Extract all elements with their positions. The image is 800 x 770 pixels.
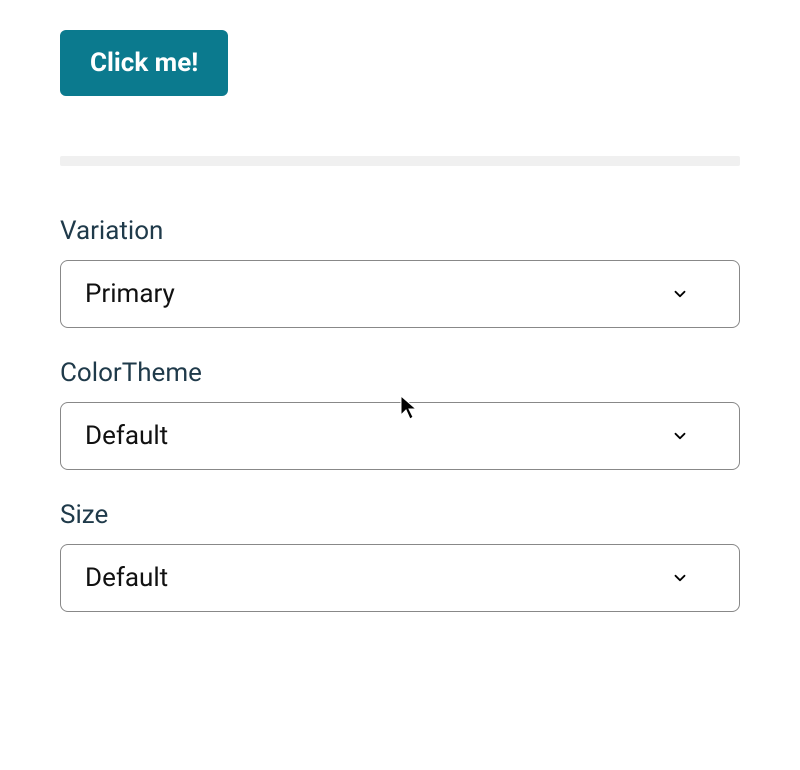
size-select[interactable]: Default [60, 544, 740, 612]
field-variation: Variation Primary [60, 216, 740, 328]
colortheme-label: ColorTheme [60, 358, 740, 388]
colortheme-select-value: Default [85, 421, 671, 451]
demo-button[interactable]: Click me! [60, 30, 228, 96]
divider [60, 156, 740, 166]
variation-label: Variation [60, 216, 740, 246]
field-colortheme: ColorTheme Default [60, 358, 740, 470]
size-select-value: Default [85, 563, 671, 593]
chevron-down-icon [671, 427, 689, 445]
size-label: Size [60, 500, 740, 530]
variation-select-value: Primary [85, 279, 671, 309]
chevron-down-icon [671, 285, 689, 303]
chevron-down-icon [671, 569, 689, 587]
variation-select[interactable]: Primary [60, 260, 740, 328]
colortheme-select[interactable]: Default [60, 402, 740, 470]
field-size: Size Default [60, 500, 740, 612]
